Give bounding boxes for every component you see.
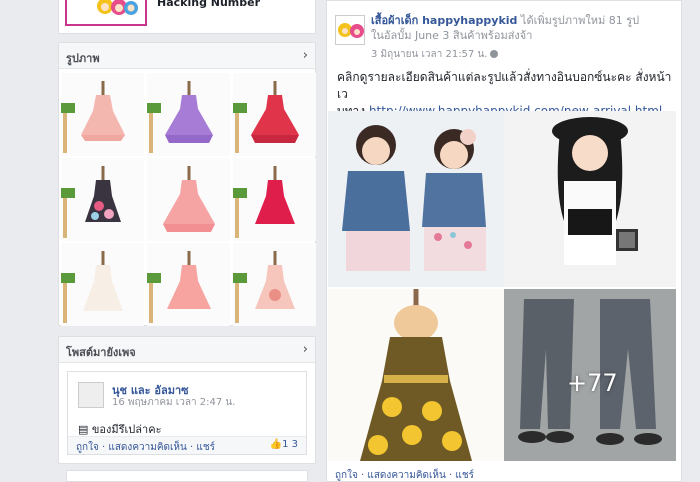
photo-thumb[interactable] bbox=[147, 243, 230, 326]
more-photos-count[interactable]: +77 bbox=[567, 369, 637, 397]
photo-thumb[interactable] bbox=[233, 158, 316, 241]
page-subtitle: Hacking Number bbox=[157, 0, 261, 9]
post-action-links[interactable]: ถูกใจ · แสดงความคิดเห็น · แชร์ bbox=[76, 440, 215, 455]
caption-text: คลิกดูรายละเอียดสินค้าแต่ละรูปแล้วสั่งทา… bbox=[337, 70, 672, 101]
avatar[interactable] bbox=[78, 382, 104, 408]
post-header: เสื้อผ้าเด็ก happyhappykid ได้เพิ่มรูปภา… bbox=[371, 13, 671, 43]
post-photo-dress[interactable] bbox=[328, 289, 504, 461]
next-card bbox=[66, 470, 308, 482]
photos-panel-title: รูปภาพ bbox=[66, 52, 100, 65]
photos-panel: รูปภาพ › bbox=[58, 42, 316, 326]
album-link[interactable]: ในอัลบั้ม June 3 สินค้าพร้อมส่งจ้า bbox=[371, 29, 532, 42]
photo-thumb[interactable] bbox=[61, 243, 144, 326]
post-header-rest: ได้เพิ่มรูปภาพใหม่ 81 รูป bbox=[520, 14, 640, 27]
visitor-posts-title: โพสต์มายังเพจ bbox=[66, 346, 136, 359]
count-values: 1 3 bbox=[282, 439, 298, 450]
post-photo-girl-bag[interactable] bbox=[504, 111, 676, 287]
kids-logo-icon bbox=[338, 23, 364, 38]
visitor-posts-panel: โพสต์มายังเพจ › นุช และ อัลมาซ 16 พฤษภาค… bbox=[58, 336, 316, 464]
page-info-card: Hacking Number bbox=[58, 0, 316, 34]
post-photo-kids-denim[interactable] bbox=[328, 111, 504, 287]
post-actions: ถูกใจ · แสดงความคิดเห็น · แชร์ 👍1 3 bbox=[68, 436, 306, 454]
globe-icon bbox=[490, 50, 499, 58]
photo-thumb[interactable] bbox=[147, 158, 230, 241]
feed-post: เสื้อผ้าเด็ก happyhappykid ได้เพิ่มรูปภา… bbox=[326, 0, 682, 482]
cover-thumbnail[interactable] bbox=[65, 0, 147, 26]
photo-thumb[interactable] bbox=[61, 158, 144, 241]
photo-thumb[interactable] bbox=[147, 73, 230, 156]
timestamp-text: 3 มิถุนายน เวลา 21:57 น. bbox=[371, 49, 488, 60]
chevron-right-icon[interactable]: › bbox=[303, 342, 308, 357]
page-name-link[interactable]: เสื้อผ้าเด็ก happyhappykid bbox=[371, 14, 517, 27]
photo-thumb[interactable] bbox=[61, 73, 144, 156]
photos-panel-header[interactable]: รูปภาพ › bbox=[59, 43, 315, 69]
photo-thumb[interactable] bbox=[233, 243, 316, 326]
photo-thumb[interactable] bbox=[233, 73, 316, 156]
visitor-post: นุช และ อัลมาซ 16 พฤษภาคม เวลา 2:47 น. ▤… bbox=[67, 371, 307, 455]
visitor-posts-header[interactable]: โพสต์มายังเพจ › bbox=[59, 337, 315, 363]
feed-post-actions[interactable]: ถูกใจ · แสดงความคิดเห็น · แชร์ bbox=[335, 468, 474, 482]
chevron-right-icon[interactable]: › bbox=[303, 48, 308, 63]
page-avatar[interactable] bbox=[335, 15, 365, 45]
post-time[interactable]: 16 พฤษภาคม เวลา 2:47 น. bbox=[112, 395, 235, 410]
message-icon: ▤ bbox=[78, 423, 92, 436]
like-icon: 👍 bbox=[269, 439, 283, 450]
post-text-body: ของมีรึเปล่าคะ bbox=[91, 423, 162, 436]
post-counts[interactable]: 👍1 3 bbox=[270, 439, 298, 450]
post-timestamp[interactable]: 3 มิถุนายน เวลา 21:57 น. bbox=[371, 47, 499, 62]
kids-logo-icon bbox=[97, 0, 138, 15]
